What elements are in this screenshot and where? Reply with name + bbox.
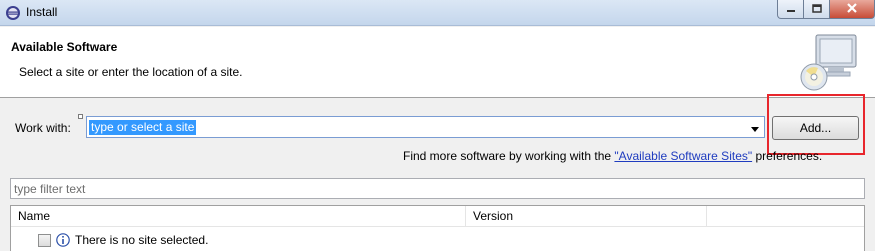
page-description: Select a site or enter the location of a… — [19, 65, 243, 79]
find-more-prefix: Find more software by working with the — [403, 149, 615, 163]
minimize-button[interactable] — [777, 0, 804, 19]
close-icon — [846, 2, 858, 16]
work-with-label: Work with: — [15, 121, 71, 135]
find-more-text: Find more software by working with the "… — [403, 149, 822, 163]
find-more-suffix: preferences. — [752, 149, 823, 163]
window-titlebar: Install — [0, 0, 875, 26]
column-header-name[interactable]: Name — [11, 206, 466, 227]
filter-input[interactable]: type filter text — [10, 178, 865, 199]
window-title: Install — [26, 5, 58, 19]
close-button[interactable] — [830, 0, 875, 19]
add-site-button[interactable]: Add... — [772, 116, 859, 140]
minimize-icon — [786, 2, 796, 16]
chevron-down-icon[interactable] — [749, 123, 761, 133]
info-icon — [56, 233, 70, 247]
row-checkbox[interactable] — [38, 234, 51, 247]
table-header: Name Version — [11, 206, 864, 227]
field-decoration-marker — [78, 114, 83, 119]
filter-placeholder: type filter text — [14, 182, 86, 196]
install-computer-cd-icon — [798, 31, 860, 93]
page-title: Available Software — [11, 40, 118, 54]
maximize-button[interactable] — [804, 0, 830, 19]
table-row[interactable]: There is no site selected. — [11, 230, 864, 250]
available-software-sites-link[interactable]: "Available Software Sites" — [614, 149, 752, 163]
column-header-version[interactable]: Version — [466, 206, 707, 227]
row-name: There is no site selected. — [75, 233, 209, 247]
wizard-header: Available Software Select a site or ente… — [0, 27, 875, 98]
maximize-icon — [811, 2, 822, 16]
work-with-combo[interactable]: type or select a site — [86, 116, 765, 138]
column-header-extra[interactable] — [707, 206, 864, 227]
software-table: Name Version There is no site selected. — [10, 205, 865, 251]
work-with-input[interactable]: type or select a site — [89, 120, 197, 135]
window-controls — [777, 0, 875, 20]
eclipse-icon — [5, 5, 21, 21]
